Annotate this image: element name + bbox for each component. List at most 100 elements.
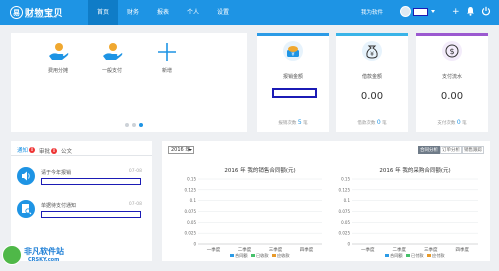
nav-home[interactable]: 首页 [88,0,118,25]
redacted-amount [272,88,317,98]
quick-action-label: 费用分摊 [47,68,68,74]
watermark-sub: CRSKY.com [28,257,60,263]
stat-label: 借款金额 [361,74,382,80]
legend-swatch [272,254,276,257]
carousel-dot-active[interactable] [139,123,143,127]
quick-action-general-payment[interactable]: 一般支付 [90,41,134,74]
x-tick-label: 四季度 [456,246,470,253]
nav-settings[interactable]: 设置 [208,0,238,25]
list-item-date: 07-08 [128,202,142,207]
legend-swatch [251,254,255,257]
speaker-icon [17,167,35,185]
watermark-logo-icon [2,245,22,265]
stat-footer: 借款次数 0 笔 [336,119,408,126]
svg-text:$: $ [449,47,454,56]
legend-swatch [385,254,389,257]
plus-icon [156,41,178,63]
y-tick-label: 0.125 [339,187,351,192]
y-tick-label: 0.025 [339,231,351,236]
carousel-dot[interactable] [125,123,129,127]
y-tick-label: 0.125 [185,187,197,192]
quick-action-label: 一般支付 [101,68,122,74]
chart-title: 2016 年 我的采购合同额(元) [379,166,450,174]
nav-reports[interactable]: 报表 [148,0,178,25]
legend-swatch [406,254,410,257]
x-tick-label: 三季度 [424,246,438,253]
chevron-down-icon[interactable] [431,10,435,13]
chart-title: 2016 年 我的销售合同额(元) [224,166,295,174]
redacted-text [41,178,141,185]
plus-icon[interactable]: + [452,6,460,18]
user-name[interactable]: 我为软件 [361,8,383,16]
x-tick-label: 三季度 [269,246,283,253]
legend-label: 已付款 [411,252,424,259]
hand-coin-icon [101,41,123,63]
stat-footer: 支付次数 0 笔 [416,119,488,126]
stat-foot-unit: 笔 [382,121,387,126]
charts-svg: 2016 年 我的销售合同额(元) 0 0.025 0.05 0.075 0.1 0.125… [185,166,478,259]
y-tick-label: 0.05 [341,220,350,225]
tab-divider [11,155,152,156]
legend-label: 应收款 [277,252,290,259]
exit-icon[interactable] [481,6,491,20]
yen-bag-icon: ¥ [362,41,382,61]
y-tick-label: 0.15 [341,177,350,182]
svg-text:¥: ¥ [370,51,374,58]
watermark-text: 非凡软件站 [24,247,64,256]
stat-label: 报销金额 [282,74,303,80]
quick-actions-panel: 费用分摊 一般支付 新增 [11,33,247,132]
y-tick-label: 0.075 [185,209,197,214]
x-tick-label: 四季度 [300,246,314,253]
x-tick-label: 一季度 [207,246,221,253]
stat-card-reimbursement[interactable]: ¥ 报销金额 报销次数 5 笔 [257,33,329,132]
stat-label: 支付流水 [441,74,462,80]
x-tick-label: 一季度 [361,246,375,253]
quick-action-expense-split[interactable]: 费用分摊 [36,41,80,74]
x-tick-label: 二季度 [238,246,252,253]
bell-icon[interactable] [466,6,475,20]
svg-text:¥: ¥ [291,52,294,58]
y-tick-label: 0 [347,242,350,247]
stat-card-loan[interactable]: ¥ 借款金额 0.00 借款次数 0 笔 [336,33,408,132]
tab-label: 通知 [17,148,29,154]
list-item[interactable]: 单据待支付通知 07-08 [17,200,146,226]
tab-label: 公文 [61,149,73,155]
nav-personal[interactable]: 个人 [178,0,208,25]
avatar[interactable] [400,6,411,17]
redacted-username [413,8,428,16]
document-search-icon [17,200,35,218]
money-bag-icon: ¥ [283,41,303,61]
y-tick-label: 0.1 [190,198,197,203]
stat-foot-count: 5 [297,119,302,126]
top-bar: 易 财物宝贝 EASY FINANCE STYLE 首页 财务 报表 个人 设置… [0,0,499,25]
logo-mark: 易 [10,6,23,19]
quick-action-add[interactable]: 新增 [145,41,189,74]
legend-label: 应付款 [432,252,445,259]
legend-swatch [427,254,431,257]
legend-label: 合同额 [235,252,248,259]
dollar-icon: $ [442,41,462,61]
carousel-dot[interactable] [132,123,136,127]
x-tick-label: 二季度 [393,246,407,253]
stat-color-band [257,33,329,36]
stat-foot-count: 0 [456,119,461,126]
y-tick-label: 0.1 [344,198,351,203]
stat-foot-label: 支付次数 [437,121,456,126]
y-tick-label: 0.05 [187,220,196,225]
tab-label: 审批 [39,149,51,155]
stat-card-payment-flow[interactable]: $ 支付流水 0.00 支付次数 0 笔 [416,33,488,132]
tab-badge: 0 [29,147,36,153]
stat-footer: 报销次数 5 笔 [257,119,329,126]
hand-coin-icon [47,41,69,63]
list-item[interactable]: 请于今年报销 07-08 [17,167,146,193]
legend-swatch [230,254,234,257]
nav-finance[interactable]: 财务 [118,0,148,25]
stat-color-band [416,33,488,36]
stat-foot-count: 0 [376,119,381,126]
stat-foot-label: 报销次数 [278,121,297,126]
carousel-dots [125,123,143,127]
y-tick-label: 0 [193,242,196,247]
charts-panel: 2016 年 合同分析 订单分析 销售跟踪 2016 年 我的销售合同额(元) 0… [162,141,490,261]
logo-subtitle: EASY FINANCE STYLE [25,15,57,19]
stat-foot-unit: 笔 [303,121,308,126]
